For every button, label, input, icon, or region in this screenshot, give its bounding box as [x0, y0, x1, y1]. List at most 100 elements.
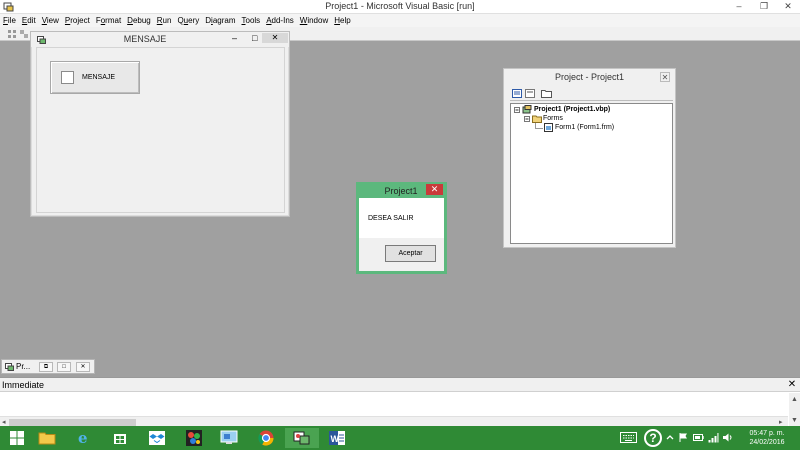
minimized-window-label: Pr...	[16, 362, 31, 371]
message-box-footer: Aceptar	[359, 238, 444, 271]
menu-item-file[interactable]: File	[3, 16, 16, 25]
immediate-close-button[interactable]: ✕	[786, 379, 798, 391]
paint-app-icon	[186, 430, 202, 446]
project-tree: Project1 (Project1.vbp) Forms Form1 (For…	[510, 103, 673, 244]
message-box-text: DESEA SALIR	[368, 215, 414, 222]
menu-bar: File Edit View Project Format Debug Run Query Di…	[0, 14, 800, 27]
menu-item-project[interactable]: Project	[65, 16, 90, 25]
scroll-down-arrow-icon[interactable]: ▼	[791, 417, 798, 424]
message-box-close-button[interactable]: ✕	[426, 184, 443, 195]
collapse-project-icon[interactable]	[514, 107, 520, 113]
menu-item-add-ins[interactable]: Add-Ins	[266, 16, 294, 25]
windows-logo-icon	[10, 431, 24, 445]
horizontal-scroll-thumb[interactable]	[9, 419, 136, 426]
taskbar-paint-app[interactable]	[179, 428, 209, 448]
file-explorer-icon	[38, 432, 56, 445]
chrome-icon	[258, 430, 274, 446]
tree-forms-folder[interactable]: Forms	[543, 115, 563, 122]
form-window-mensaje[interactable]: MENSAJE – □ ✕ MENSAJE	[30, 31, 290, 217]
remote-desktop-icon	[220, 430, 238, 444]
view-object-icon[interactable]	[525, 89, 535, 98]
collapse-forms-icon[interactable]	[524, 116, 530, 122]
restore-button[interactable]: ❐	[752, 0, 776, 12]
tree-project-node[interactable]: Project1 (Project1.vbp)	[534, 106, 610, 113]
taskbar: e W ? 05:47 p. m. 24/02/2016	[0, 426, 800, 450]
button-checkbox	[61, 71, 74, 84]
form-file-icon	[544, 123, 553, 132]
minimized-window[interactable]: Pr... ⧉ □ ✕	[1, 359, 95, 374]
mdi-workspace: MENSAJE – □ ✕ MENSAJE Project - Project1…	[0, 31, 800, 377]
menu-item-diagram[interactable]: Diagram	[205, 16, 235, 25]
immediate-title: Immediate	[2, 380, 45, 390]
clock-date[interactable]: 24/02/2016	[742, 438, 792, 447]
scroll-right-arrow-icon[interactable]: ▸	[779, 418, 783, 426]
svg-text:e: e	[78, 430, 88, 446]
form-title: MENSAJE	[123, 34, 167, 44]
mensaje-button[interactable]: MENSAJE	[50, 61, 140, 94]
volume-icon[interactable]	[722, 432, 733, 443]
project-explorer-title: Project - Project1	[554, 72, 625, 82]
toggle-folders-icon[interactable]	[541, 89, 552, 98]
menu-item-tools[interactable]: Tools	[242, 16, 261, 25]
scroll-left-arrow-icon[interactable]: ◂	[2, 418, 6, 426]
taskbar-word[interactable]: W	[322, 428, 352, 448]
taskbar-remote-desktop[interactable]	[214, 428, 244, 448]
show-hidden-icons-icon[interactable]	[666, 432, 674, 443]
menu-item-query[interactable]: Query	[177, 16, 199, 25]
form-minimize-button[interactable]: –	[232, 33, 237, 43]
start-button[interactable]	[2, 428, 32, 448]
clock-time[interactable]: 05:47 p. m.	[742, 429, 792, 438]
scroll-up-arrow-icon[interactable]: ▲	[791, 396, 798, 403]
battery-icon[interactable]	[693, 432, 704, 443]
minimized-close-button[interactable]: ✕	[76, 362, 90, 372]
network-signal-icon[interactable]	[708, 432, 719, 443]
visual-basic-icon	[293, 431, 310, 445]
svg-text:W: W	[331, 434, 340, 444]
minimized-restore-button[interactable]: ⧉	[39, 362, 53, 372]
form-titlebar[interactable]: MENSAJE – □ ✕	[31, 32, 289, 47]
message-box-body: DESEA SALIR Aceptar	[359, 198, 444, 271]
keyboard-icon[interactable]	[620, 432, 637, 443]
taskbar-dropbox[interactable]	[142, 428, 172, 448]
project-explorer-close-button[interactable]: ✕	[660, 72, 670, 82]
form-client-area: MENSAJE	[36, 47, 285, 213]
menu-item-view[interactable]: View	[42, 16, 59, 25]
folder-icon	[532, 115, 542, 123]
project-explorer-window[interactable]: Project - Project1 ✕ Project1 (Project1.…	[503, 68, 676, 248]
toolbar-layout-icon[interactable]	[19, 29, 29, 39]
immediate-input-area[interactable]	[0, 393, 788, 415]
minimized-maximize-button[interactable]: □	[57, 362, 71, 372]
immediate-header: Immediate ✕	[0, 378, 800, 392]
app-titlebar: Project1 - Microsoft Visual Basic [run] …	[0, 0, 800, 14]
close-button[interactable]: ✕	[776, 0, 800, 12]
view-code-icon[interactable]	[512, 89, 522, 98]
menu-item-debug[interactable]: Debug	[127, 16, 151, 25]
form-maximize-button[interactable]: □	[252, 33, 257, 43]
menu-item-window[interactable]: Window	[300, 16, 328, 25]
toolbar-grip-icon[interactable]	[7, 29, 17, 39]
action-center-flag-icon[interactable]	[678, 432, 689, 443]
mensaje-button-label: MENSAJE	[82, 74, 116, 81]
menu-item-help[interactable]: Help	[334, 16, 350, 25]
menu-item-run[interactable]: Run	[157, 16, 172, 25]
taskbar-internet-explorer[interactable]: e	[69, 428, 99, 448]
tree-form1-node[interactable]: Form1 (Form1.frm)	[555, 124, 614, 131]
project-explorer-toolbar	[510, 87, 673, 101]
taskbar-chrome[interactable]	[251, 428, 281, 448]
help-icon[interactable]: ?	[644, 429, 662, 447]
app-title: Project1 - Microsoft Visual Basic [run]	[325, 1, 475, 11]
menu-item-edit[interactable]: Edit	[22, 16, 36, 25]
word-icon: W	[329, 431, 345, 445]
taskbar-file-explorer[interactable]	[32, 428, 62, 448]
taskbar-store[interactable]	[105, 428, 135, 448]
menu-item-format[interactable]: Format	[96, 16, 121, 25]
store-icon	[114, 434, 126, 444]
minimized-window-icon	[5, 363, 14, 371]
message-box-dialog[interactable]: Project1 ✕ DESEA SALIR Aceptar	[356, 182, 447, 274]
immediate-vertical-scrollbar[interactable]: ▲ ▼	[789, 393, 800, 427]
taskbar-visual-basic[interactable]	[285, 428, 319, 448]
aceptar-button[interactable]: Aceptar	[385, 245, 436, 262]
minimize-button[interactable]: –	[727, 0, 751, 12]
form-close-button[interactable]: ✕	[262, 33, 288, 43]
dropbox-icon	[149, 431, 165, 445]
